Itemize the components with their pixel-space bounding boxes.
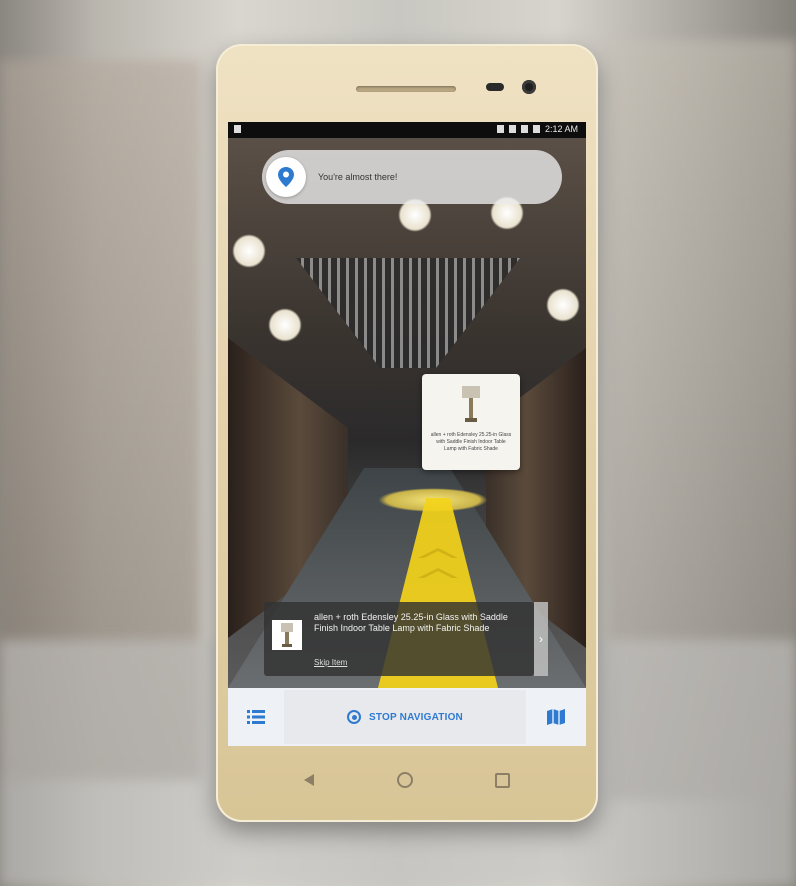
ar-camera-view[interactable]: You're almost there! allen + roth Edensl… <box>228 138 586 688</box>
stop-navigation-label: STOP NAVIGATION <box>369 711 463 723</box>
location-pin-icon <box>266 157 306 197</box>
earpiece-speaker <box>356 86 456 92</box>
next-item-button[interactable]: › <box>534 602 548 676</box>
front-camera <box>522 80 536 94</box>
stop-circle-icon <box>347 710 362 724</box>
skip-item-link[interactable]: Skip Item <box>314 658 347 667</box>
wifi-icon <box>508 125 516 133</box>
proximity-sensor <box>486 83 504 91</box>
hanging-lamp <box>268 308 302 342</box>
stop-navigation-button[interactable]: STOP NAVIGATION <box>284 690 526 744</box>
hanging-lamp <box>546 288 580 322</box>
back-icon[interactable] <box>304 774 314 786</box>
chevron-right-icon: › <box>539 632 543 646</box>
product-image <box>272 620 302 650</box>
status-time: 2:12 AM <box>544 124 578 134</box>
recents-icon[interactable] <box>495 772 510 788</box>
list-icon <box>247 710 265 724</box>
hanging-lamp <box>232 234 266 268</box>
home-icon[interactable] <box>396 772 413 788</box>
ar-product-label[interactable]: allen + roth Edensley 25.25-in Glass wit… <box>422 374 520 470</box>
map-icon <box>547 709 565 725</box>
list-button[interactable] <box>228 688 284 746</box>
ceiling-slats <box>296 258 520 368</box>
lamp-thumbnail <box>462 386 480 422</box>
android-nav-bar <box>216 750 598 810</box>
product-title: allen + roth Edensley 25.25-in Glass wit… <box>314 612 508 633</box>
phone-device: 2:12 AM You're almost there! allen + rot… <box>216 44 598 822</box>
signal-icon <box>520 125 528 133</box>
location-status-icon <box>496 125 504 133</box>
phone-screen: 2:12 AM You're almost there! allen + rot… <box>228 122 586 746</box>
notification-icon <box>234 125 241 133</box>
ar-product-text: allen + roth Edensley 25.25-in Glass wit… <box>430 432 512 452</box>
arrival-toast: You're almost there! <box>262 150 562 204</box>
product-card[interactable]: allen + roth Edensley 25.25-in Glass wit… <box>264 602 534 676</box>
battery-icon <box>532 125 540 133</box>
map-button[interactable] <box>526 688 586 746</box>
navigation-bottom-bar: STOP NAVIGATION <box>228 688 586 746</box>
status-bar: 2:12 AM <box>228 122 586 138</box>
toast-message: You're almost there! <box>318 172 398 182</box>
